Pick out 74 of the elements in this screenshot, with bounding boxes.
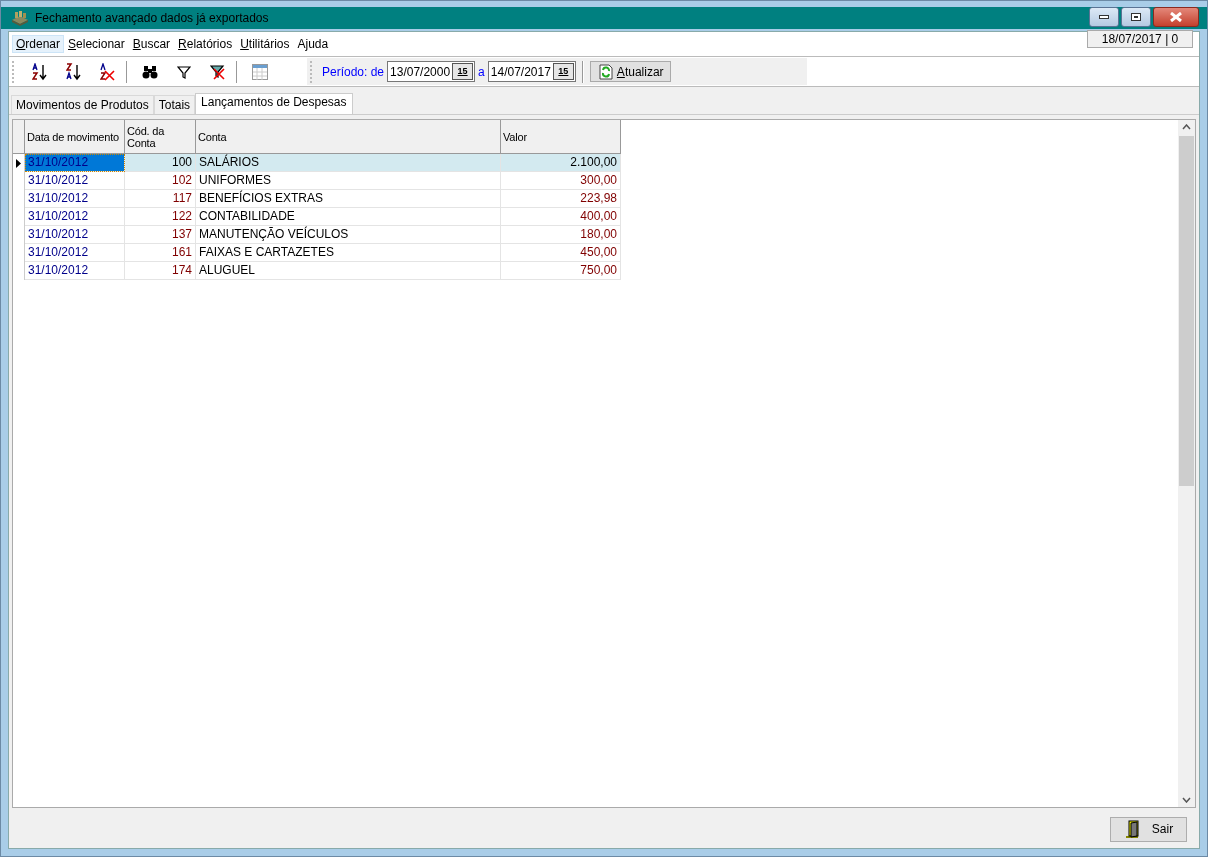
- window-title: Fechamento avançado dados já exportados: [35, 11, 269, 25]
- table-cell: CONTABILIDADE: [196, 208, 501, 226]
- table-cell: 223,98: [501, 190, 621, 208]
- table-cell: SALÁRIOS: [196, 154, 501, 172]
- selected-row[interactable]: 31/10/2012 100 SALÁRIOS 2.100,00: [13, 154, 1178, 172]
- refresh-icon: [598, 63, 613, 80]
- end-date-field[interactable]: 14/07/2017 15: [487, 61, 576, 82]
- date-status: 18/07/2017 | 0: [1087, 30, 1193, 48]
- maximize-icon: [1131, 13, 1141, 21]
- minimize-button[interactable]: [1089, 7, 1119, 27]
- sort-descending-icon: [66, 62, 82, 81]
- table-cell: 31/10/2012: [25, 172, 125, 190]
- table-cell: FAIXAS E CARTAZETES: [196, 244, 501, 262]
- column-header[interactable]: Cód. da Conta: [125, 120, 196, 154]
- menu-item[interactable]: Ajuda: [293, 35, 333, 53]
- table-cell: 31/10/2012: [25, 262, 125, 280]
- menu-item[interactable]: Relatórios: [174, 35, 237, 53]
- table-cell: BENEFÍCIOS EXTRAS: [196, 190, 501, 208]
- table-cell: 31/10/2012: [25, 208, 125, 226]
- period-separator: a: [478, 64, 485, 79]
- period-label: Período: de: [322, 64, 385, 79]
- column-header[interactable]: Valor: [501, 120, 621, 154]
- sort-ascending-icon: [32, 62, 48, 81]
- binoculars-icon: [142, 64, 158, 79]
- calendar-button[interactable]: 15: [452, 63, 474, 80]
- scrollbar-thumb[interactable]: [1179, 136, 1194, 486]
- table-cell: 122: [125, 208, 196, 226]
- calendar-button[interactable]: 15: [552, 63, 574, 80]
- table-cell: 31/10/2012: [25, 190, 125, 208]
- column-header[interactable]: Data de movimento: [25, 120, 125, 154]
- table-cell: ALUGUEL: [196, 262, 501, 280]
- table-cell: 31/10/2012: [25, 226, 125, 244]
- filter-icon: [177, 64, 191, 79]
- clear-sort-icon: [100, 62, 116, 81]
- close-button[interactable]: [1153, 7, 1199, 27]
- table-cell: MANUTENÇÃO VEÍCULOS: [196, 226, 501, 244]
- scroll-down-icon[interactable]: [1182, 797, 1191, 803]
- table-cell: 450,00: [501, 244, 621, 262]
- table-cell: 161: [125, 244, 196, 262]
- stack-icon: [11, 10, 29, 26]
- table-cell: 300,00: [501, 172, 621, 190]
- tab[interactable]: Totais: [153, 95, 196, 114]
- table-cell: 117: [125, 190, 196, 208]
- refresh-button[interactable]: Atualizar: [589, 61, 671, 82]
- grid-corner: [13, 120, 25, 154]
- maximize-button[interactable]: [1121, 7, 1151, 27]
- table-cell: 180,00: [501, 226, 621, 244]
- menu-item[interactable]: Ordenar: [12, 35, 65, 53]
- menu-item[interactable]: Selecionar: [64, 35, 129, 53]
- door-icon: [1123, 820, 1142, 838]
- start-date-field[interactable]: 13/07/2000 15: [387, 61, 476, 82]
- table-cell: 174: [125, 262, 196, 280]
- table-cell: 137: [125, 226, 196, 244]
- close-icon: [1170, 12, 1182, 22]
- table-cell: 31/10/2012: [25, 154, 125, 172]
- table-cell: 400,00: [501, 208, 621, 226]
- exit-button[interactable]: Sair: [1110, 816, 1187, 842]
- vertical-scrollbar[interactable]: [1178, 120, 1195, 807]
- tab[interactable]: Lançamentos de Despesas: [195, 93, 353, 114]
- table-cell: 31/10/2012: [25, 244, 125, 262]
- table-cell: 102: [125, 172, 196, 190]
- table-cell: UNIFORMES: [196, 172, 501, 190]
- tab[interactable]: Movimentos de Produtos: [11, 95, 154, 114]
- table-cell: 2.100,00: [501, 154, 621, 172]
- grid-icon: [252, 63, 268, 80]
- column-header[interactable]: Conta: [196, 120, 501, 154]
- clear-filter-icon: [210, 63, 226, 80]
- table-cell: 750,00: [501, 262, 621, 280]
- minimize-icon: [1099, 15, 1109, 19]
- scroll-up-icon[interactable]: [1182, 124, 1191, 130]
- row-pointer-icon: [16, 158, 21, 168]
- menu-item[interactable]: Buscar: [128, 35, 175, 53]
- menu-item[interactable]: Utilitários: [236, 35, 294, 53]
- table-cell: 100: [125, 154, 196, 172]
